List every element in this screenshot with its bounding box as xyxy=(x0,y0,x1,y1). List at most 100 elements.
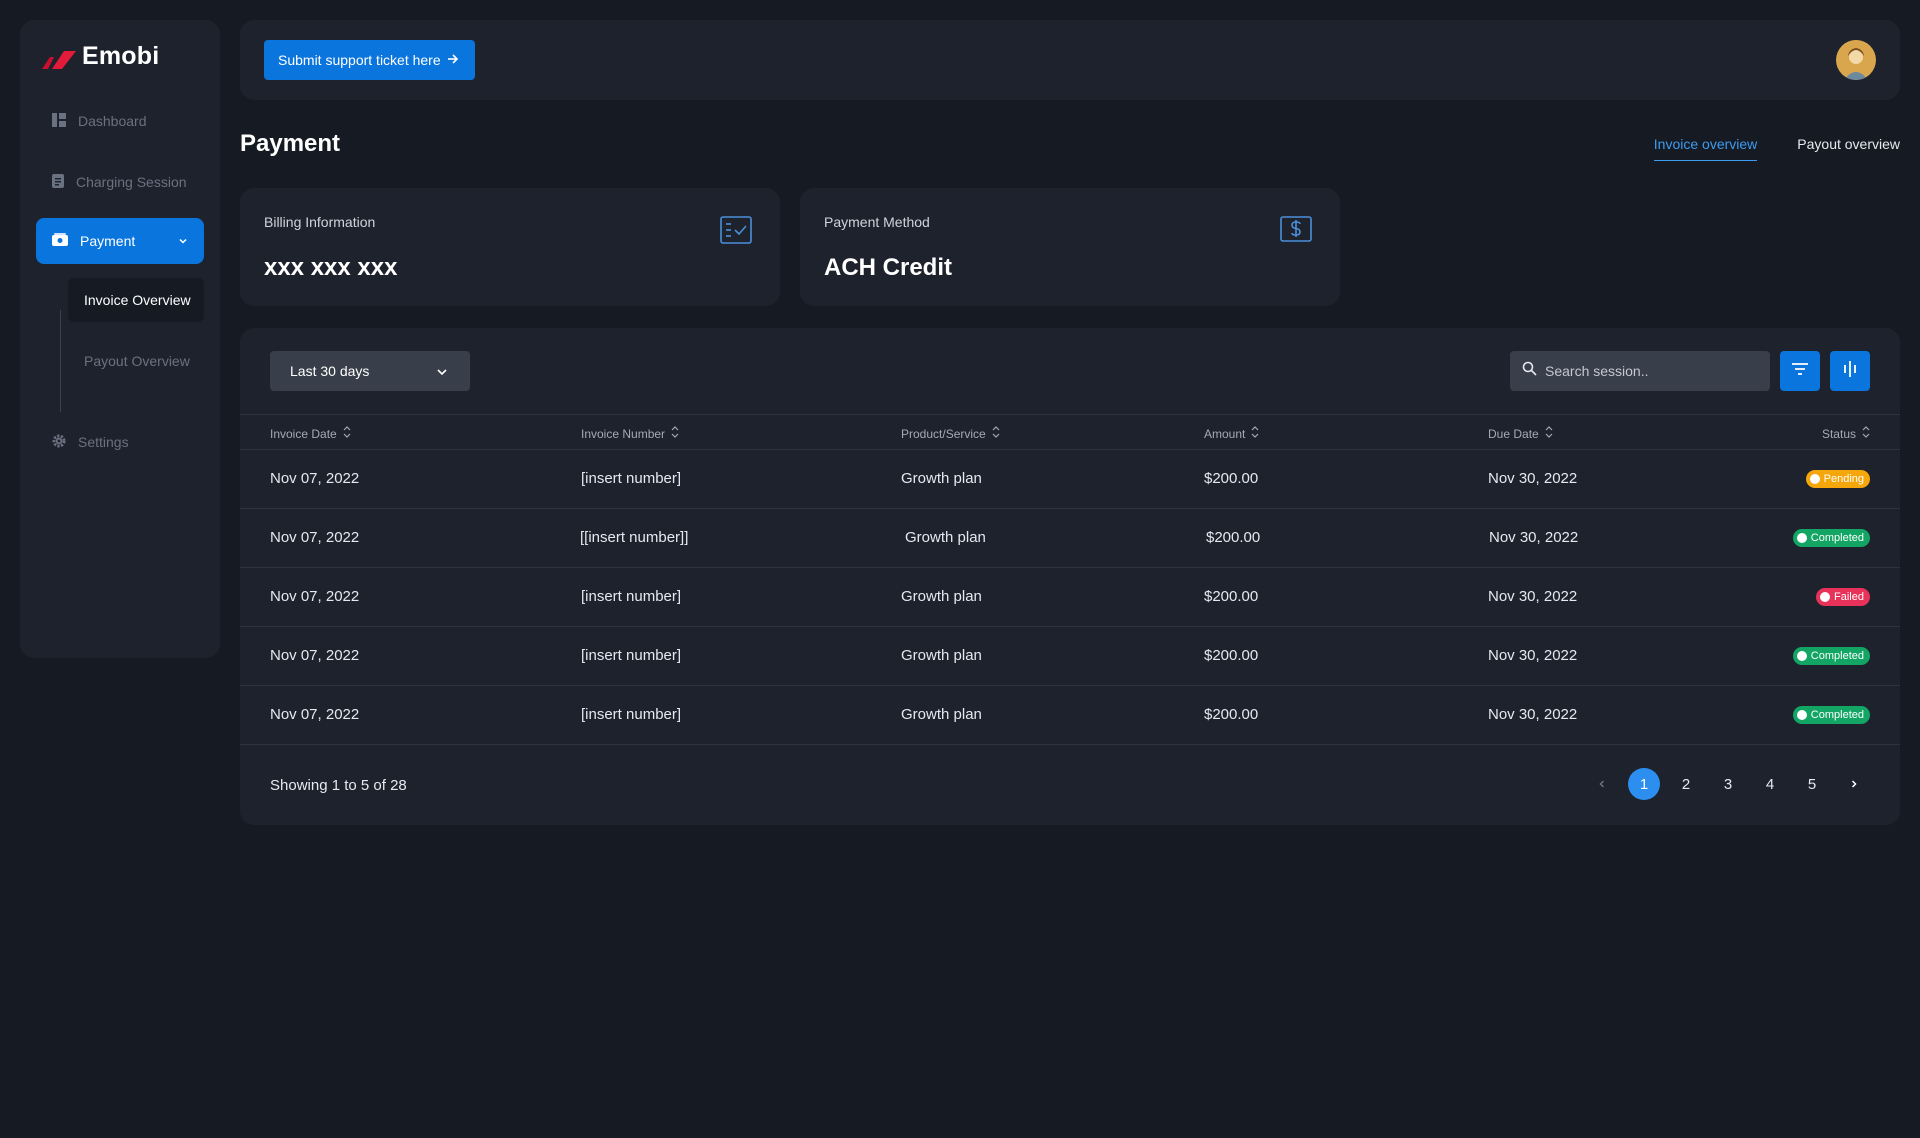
wallet-icon xyxy=(52,232,68,250)
page-title: Payment xyxy=(240,130,341,157)
chevron-down-icon xyxy=(178,233,188,249)
table-row[interactable]: Nov 07, 2022 [[insert number]] Growth pl… xyxy=(240,509,1900,568)
status-label: Completed xyxy=(1810,650,1864,662)
status-dot-icon xyxy=(1820,592,1831,602)
columns-icon xyxy=(1842,360,1858,383)
date-range-select[interactable]: Last 30 days xyxy=(270,351,470,391)
next-page-button[interactable] xyxy=(1838,768,1870,800)
cell-amount: $200.00 xyxy=(1204,706,1259,723)
top-bar: Submit support ticket here xyxy=(240,20,1900,100)
search-icon xyxy=(1522,361,1537,381)
cell-invoice-date: Nov 07, 2022 xyxy=(270,470,360,487)
cell-amount: $200.00 xyxy=(1204,647,1259,664)
cell-product: Growth plan xyxy=(901,647,982,664)
submenu-item-payout-overview[interactable]: Payout Overview xyxy=(68,339,204,383)
cell-invoice-date: Nov 07, 2022 xyxy=(270,647,360,664)
cell-product: Growth plan xyxy=(901,470,982,487)
cell-amount: $200.00 xyxy=(1206,529,1261,546)
pagination-summary: Showing 1 to 5 of 28 xyxy=(270,777,407,794)
status-badge: Failed xyxy=(1816,588,1870,606)
column-header-product-service[interactable]: Product/Service xyxy=(901,426,1000,441)
status-label: Completed xyxy=(1810,709,1864,721)
cell-due-date: Nov 30, 2022 xyxy=(1488,647,1578,664)
table-row[interactable]: Nov 07, 2022 [insert number] Growth plan… xyxy=(240,568,1900,627)
cell-invoice-date: Nov 07, 2022 xyxy=(270,529,360,546)
sort-icon xyxy=(671,426,679,441)
column-header-invoice-date[interactable]: Invoice Date xyxy=(270,426,351,441)
cell-amount: $200.00 xyxy=(1204,470,1259,487)
page-button-2[interactable]: 2 xyxy=(1670,768,1702,800)
tab-payout-overview[interactable]: Payout overview xyxy=(1797,136,1900,161)
column-header-label: Invoice Number xyxy=(581,426,666,441)
sidebar-item-payment[interactable]: Payment xyxy=(36,218,204,264)
page-button-4[interactable]: 4 xyxy=(1754,768,1786,800)
brand-logo[interactable]: Emobi xyxy=(42,42,159,71)
submit-support-ticket-button[interactable]: Submit support ticket here xyxy=(264,40,475,80)
page-button-5[interactable]: 5 xyxy=(1796,768,1828,800)
sidebar-item-label: Payment xyxy=(80,233,136,249)
chevron-left-icon xyxy=(1597,776,1607,793)
pagination: 1 2 3 4 5 xyxy=(1586,768,1870,800)
cell-invoice-date: Nov 07, 2022 xyxy=(270,706,360,723)
page-button-1[interactable]: 1 xyxy=(1628,768,1660,800)
column-header-due-date[interactable]: Due Date xyxy=(1488,426,1553,441)
status-badge: Pending xyxy=(1805,470,1870,488)
sidebar-item-settings[interactable]: Settings xyxy=(36,419,204,465)
logo-mark-icon xyxy=(42,45,76,69)
status-dot-icon xyxy=(1796,533,1807,543)
user-avatar[interactable] xyxy=(1836,40,1876,80)
submenu-item-invoice-overview[interactable]: Invoice Overview xyxy=(68,278,204,322)
card-label: Billing Information xyxy=(264,214,376,230)
status-label: Pending xyxy=(1823,473,1864,485)
sort-icon xyxy=(1545,426,1553,441)
cell-invoice-number: [insert number] xyxy=(581,647,682,664)
filter-button[interactable] xyxy=(1780,351,1820,391)
sort-icon xyxy=(992,426,1000,441)
sidebar-item-label: Charging Session xyxy=(76,174,187,190)
brand-name: Emobi xyxy=(82,42,160,70)
gear-icon xyxy=(52,434,66,451)
search-input[interactable] xyxy=(1545,363,1745,379)
arrow-right-icon xyxy=(447,52,459,68)
column-header-status[interactable]: Status xyxy=(1822,426,1870,441)
overview-tabs: Invoice overview Payout overview xyxy=(1653,136,1900,161)
card-label: Payment Method xyxy=(824,214,930,230)
cell-product: Growth plan xyxy=(901,706,982,723)
table-row[interactable]: Nov 07, 2022 [insert number] Growth plan… xyxy=(240,627,1900,686)
sidebar-item-label: Settings xyxy=(78,434,129,450)
chevron-right-icon xyxy=(1849,776,1859,793)
cell-due-date: Nov 30, 2022 xyxy=(1488,706,1578,723)
card-value: xxx xxx xxx xyxy=(264,254,398,281)
tab-invoice-overview[interactable]: Invoice overview xyxy=(1653,136,1758,161)
column-header-amount[interactable]: Amount xyxy=(1204,426,1259,441)
dashboard-icon xyxy=(52,112,66,130)
table-row[interactable]: Nov 07, 2022 [insert number] Growth plan… xyxy=(240,686,1900,745)
columns-button[interactable] xyxy=(1830,351,1870,391)
cell-due-date: Nov 30, 2022 xyxy=(1488,588,1578,605)
page-button-3[interactable]: 3 xyxy=(1712,768,1744,800)
billing-information-card: Billing Information xxx xxx xxx xyxy=(240,188,780,306)
checklist-icon xyxy=(720,216,752,249)
dollar-icon xyxy=(1280,216,1312,247)
document-icon xyxy=(52,173,64,191)
status-badge: Completed xyxy=(1792,706,1870,724)
column-header-invoice-number[interactable]: Invoice Number xyxy=(581,426,679,441)
column-header-label: Invoice Date xyxy=(270,426,337,441)
status-label: Failed xyxy=(1834,591,1864,603)
sort-icon xyxy=(343,426,351,441)
table-header: Invoice Date Invoice Number Product/Serv… xyxy=(240,414,1900,450)
cell-due-date: Nov 30, 2022 xyxy=(1488,470,1578,487)
sidebar-item-dashboard[interactable]: Dashboard xyxy=(36,98,204,144)
cell-invoice-number: [insert number] xyxy=(581,470,682,487)
payment-method-card: Payment Method ACH Credit xyxy=(800,188,1340,306)
submenu-guide-line xyxy=(60,310,61,412)
cell-amount: $200.00 xyxy=(1204,588,1259,605)
sidebar-item-label: Dashboard xyxy=(78,113,147,129)
cell-product: Growth plan xyxy=(901,588,982,605)
previous-page-button[interactable] xyxy=(1586,768,1618,800)
status-label: Completed xyxy=(1810,532,1864,544)
status-badge: Completed xyxy=(1792,529,1870,547)
card-value: ACH Credit xyxy=(824,254,953,281)
sidebar-item-charging-session[interactable]: Charging Session xyxy=(36,159,204,205)
table-row[interactable]: Nov 07, 2022 [insert number] Growth plan… xyxy=(240,450,1900,509)
